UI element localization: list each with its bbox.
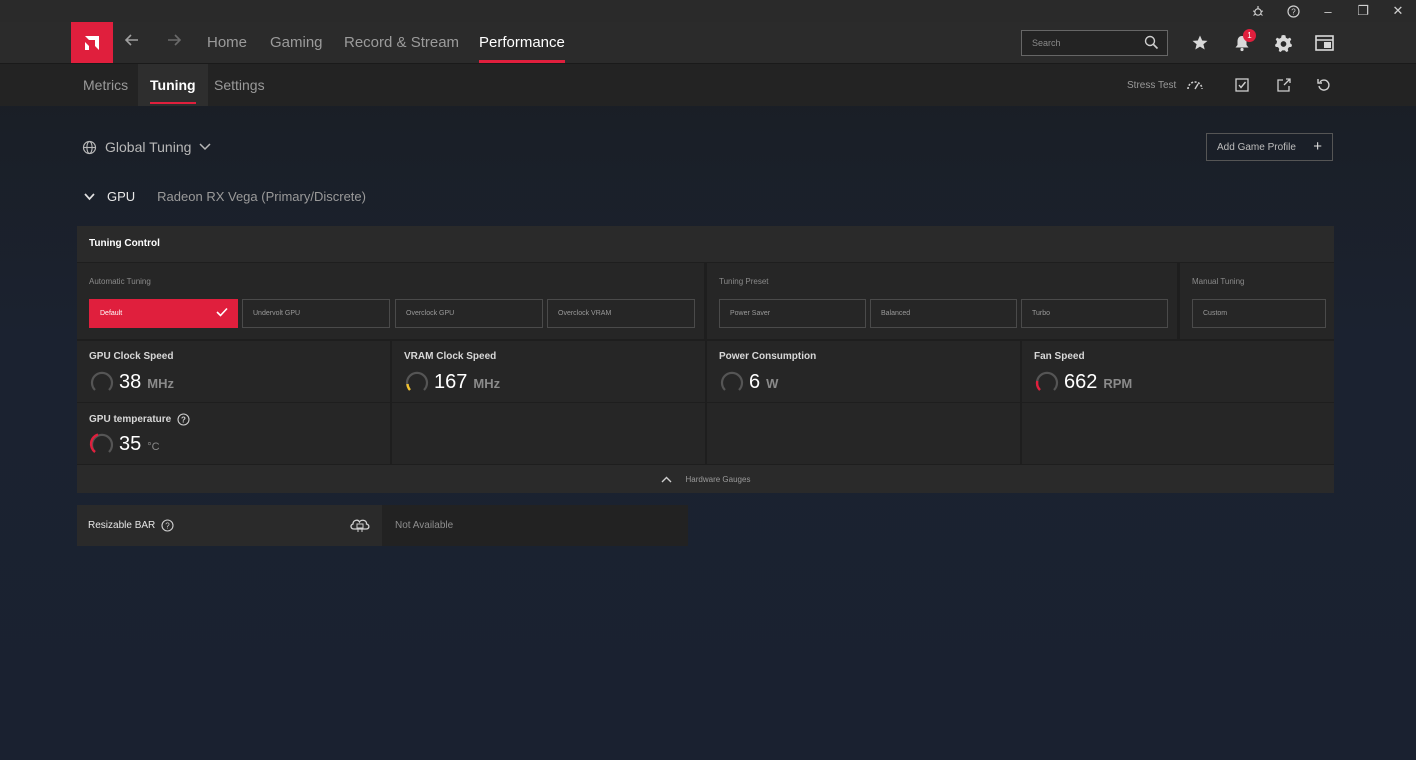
nav-record-stream[interactable]: Record & Stream bbox=[344, 34, 459, 51]
global-tuning-label: Global Tuning bbox=[105, 139, 192, 155]
metric-value: 38 MHz bbox=[119, 371, 174, 393]
gauge-icon bbox=[720, 371, 744, 391]
option-default-label: Default bbox=[100, 310, 123, 317]
option-overclock-gpu[interactable]: Overclock GPU bbox=[395, 299, 543, 328]
main-nav: Home Gaming Record & Stream Performance … bbox=[0, 22, 1416, 64]
amd-logo[interactable] bbox=[71, 22, 113, 63]
option-balanced[interactable]: Balanced bbox=[870, 299, 1017, 328]
nav-home[interactable]: Home bbox=[207, 34, 247, 51]
metric-gpu-temperature: GPU temperature ? 35 °C bbox=[77, 403, 390, 464]
search-icon[interactable] bbox=[1144, 35, 1159, 52]
gauge-icon bbox=[89, 433, 114, 453]
manual-tuning-label: Manual Tuning bbox=[1192, 277, 1245, 286]
close-button[interactable]: ✕ bbox=[1381, 0, 1415, 22]
metric-label: GPU Clock Speed bbox=[89, 351, 174, 362]
nav-performance[interactable]: Performance bbox=[479, 34, 565, 63]
option-overclock-vram[interactable]: Overclock VRAM bbox=[547, 299, 695, 328]
star-icon[interactable] bbox=[1189, 32, 1211, 54]
option-undervolt-gpu[interactable]: Undervolt GPU bbox=[242, 299, 390, 328]
metric-label: VRAM Clock Speed bbox=[404, 351, 497, 362]
resizable-bar-value: Not Available bbox=[395, 520, 454, 531]
stress-test-gauge-icon[interactable] bbox=[1186, 76, 1204, 94]
checkmark-icon bbox=[216, 307, 228, 319]
metric-gpu-clock: GPU Clock Speed 38 MHz bbox=[77, 341, 390, 402]
sidebar-toggle-icon[interactable] bbox=[1313, 32, 1335, 54]
export-icon[interactable] bbox=[1275, 76, 1293, 94]
resizable-bar-label-row: Resizable BAR ? bbox=[88, 519, 174, 532]
add-game-profile-button[interactable]: Add Game Profile + bbox=[1206, 133, 1333, 161]
metric-label-row: GPU temperature ? bbox=[89, 413, 190, 426]
chevron-up-icon bbox=[661, 476, 672, 482]
tab-metrics[interactable]: Metrics bbox=[71, 64, 140, 106]
gpu-title: GPU bbox=[107, 189, 136, 204]
bug-icon[interactable] bbox=[1241, 0, 1275, 22]
gauge-icon bbox=[1035, 371, 1059, 391]
tuning-preset-group: Tuning Preset Power Saver Balanced Turbo bbox=[707, 263, 1177, 339]
resizable-bar-value-box: Not Available bbox=[382, 505, 688, 546]
resizable-bar-label: Resizable BAR bbox=[88, 520, 156, 531]
chevron-down-icon bbox=[84, 189, 95, 204]
save-profile-icon[interactable] bbox=[1233, 76, 1251, 94]
svg-text:?: ? bbox=[1291, 7, 1296, 16]
metric-value: 167 MHz bbox=[434, 371, 501, 393]
global-tuning-dropdown[interactable]: Global Tuning bbox=[82, 139, 211, 155]
tab-tuning[interactable]: Tuning bbox=[138, 64, 208, 106]
automatic-tuning-label: Automatic Tuning bbox=[89, 277, 151, 286]
search-input[interactable]: Search bbox=[1021, 30, 1168, 56]
tuning-control-panel: Tuning Control Automatic Tuning Default … bbox=[77, 226, 1334, 493]
search-placeholder: Search bbox=[1032, 38, 1061, 48]
resizable-bar-row: Resizable BAR ? Not Available bbox=[77, 505, 688, 546]
manual-tuning-group: Manual Tuning Custom bbox=[1180, 263, 1334, 339]
cloud-chip-icon bbox=[350, 519, 370, 532]
automatic-tuning-group: Automatic Tuning Default Undervolt GPU O… bbox=[77, 263, 704, 339]
option-custom[interactable]: Custom bbox=[1192, 299, 1326, 328]
metric-label: Power Consumption bbox=[719, 351, 817, 362]
metric-label: GPU temperature bbox=[89, 414, 172, 425]
help-icon[interactable]: ? bbox=[161, 519, 174, 532]
hardware-gauges-label: Hardware Gauges bbox=[685, 474, 751, 484]
svg-text:?: ? bbox=[181, 416, 186, 425]
gauge-icon bbox=[405, 371, 429, 391]
metric-value: 35 °C bbox=[119, 433, 160, 455]
metric-empty-slot bbox=[707, 403, 1020, 464]
metric-empty-slot bbox=[1022, 403, 1334, 464]
tuning-preset-label: Tuning Preset bbox=[719, 277, 769, 286]
hardware-gauges-toggle[interactable]: Hardware Gauges bbox=[77, 465, 1334, 493]
option-default[interactable]: Default bbox=[89, 299, 238, 328]
help-icon[interactable]: ? bbox=[1276, 0, 1310, 22]
globe-icon bbox=[82, 140, 97, 154]
reset-icon[interactable] bbox=[1315, 76, 1333, 94]
stress-test-label[interactable]: Stress Test bbox=[1127, 80, 1176, 91]
option-turbo[interactable]: Turbo bbox=[1021, 299, 1168, 328]
metric-label: Fan Speed bbox=[1034, 351, 1085, 362]
metric-fan-speed: Fan Speed 662 RPM bbox=[1022, 341, 1334, 402]
nav-gaming[interactable]: Gaming bbox=[270, 34, 323, 51]
metric-value: 6W bbox=[749, 371, 779, 393]
gpu-name: Radeon RX Vega (Primary/Discrete) bbox=[157, 189, 366, 204]
sub-nav: Metrics Tuning Settings Stress Test bbox=[0, 64, 1416, 106]
help-icon[interactable]: ? bbox=[177, 413, 190, 426]
notification-badge: 1 bbox=[1243, 29, 1256, 42]
back-arrow-icon[interactable] bbox=[124, 32, 140, 53]
gauge-icon bbox=[90, 371, 114, 391]
tuning-control-title: Tuning Control bbox=[77, 226, 1334, 262]
title-bar: ? – ❐ ✕ bbox=[0, 0, 1416, 22]
svg-text:?: ? bbox=[166, 522, 171, 531]
chevron-down-icon bbox=[199, 143, 211, 151]
metric-power-consumption: Power Consumption 6W bbox=[707, 341, 1020, 402]
gear-icon[interactable] bbox=[1272, 32, 1294, 54]
minimize-button[interactable]: – bbox=[1311, 0, 1345, 22]
metric-vram-clock: VRAM Clock Speed 167 MHz bbox=[392, 341, 705, 402]
restore-button[interactable]: ❐ bbox=[1346, 0, 1380, 22]
metric-empty-slot bbox=[392, 403, 705, 464]
add-game-profile-label: Add Game Profile bbox=[1217, 142, 1296, 153]
option-power-saver[interactable]: Power Saver bbox=[719, 299, 866, 328]
plus-icon: + bbox=[1313, 138, 1322, 155]
forward-arrow-icon[interactable] bbox=[166, 32, 182, 53]
tab-settings[interactable]: Settings bbox=[202, 64, 277, 106]
gpu-section-header[interactable]: GPU Radeon RX Vega (Primary/Discrete) bbox=[84, 189, 366, 204]
metric-value: 662 RPM bbox=[1064, 371, 1133, 393]
